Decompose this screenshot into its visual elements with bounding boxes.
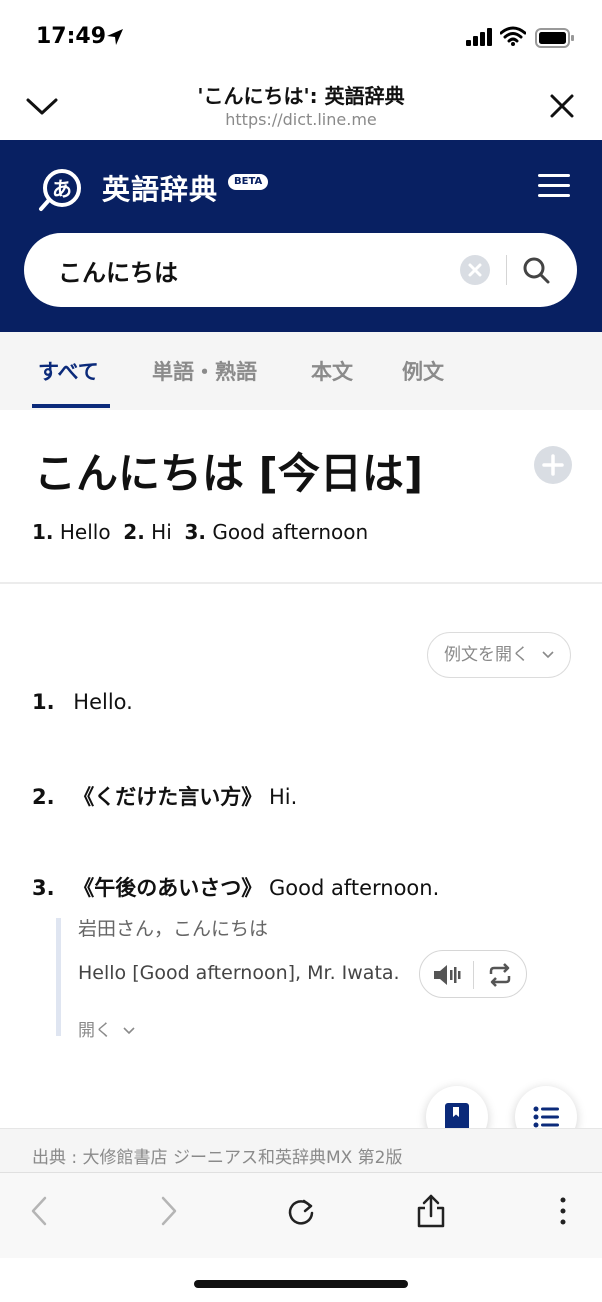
speaker-icon[interactable] — [432, 961, 464, 989]
source-footer: 出典 : 大修館書店 ジーニアス和英辞典MX 第2版 — [0, 1128, 602, 1172]
chevron-down-icon[interactable] — [24, 88, 60, 124]
section-divider — [0, 582, 602, 584]
summary-meaning: Hi — [151, 520, 172, 544]
summary-number: 2. — [123, 520, 145, 544]
source-text: 出典 : 大修館書店 ジーニアス和英辞典MX 第2版 — [32, 1148, 403, 1168]
app-title[interactable]: 英語辞典 — [102, 168, 218, 208]
wifi-icon — [500, 26, 526, 46]
page-url: https://dict.line.me — [225, 110, 377, 129]
active-tab-indicator — [32, 404, 110, 408]
status-bar: 17:49 — [0, 0, 602, 72]
tab-all[interactable]: すべて — [38, 356, 99, 386]
tab-words-phrases[interactable]: 単語・熟語 — [152, 356, 257, 386]
example-english: Hello [Good afternoon], Mr. Iwata. — [78, 962, 400, 984]
example-japanese: 岩田さん，こんにちは — [78, 918, 269, 940]
share-icon[interactable] — [414, 1193, 448, 1229]
sense-text: Hi. — [268, 785, 298, 809]
audio-divider — [473, 961, 474, 989]
dictionary-logo-icon[interactable]: あ — [36, 166, 84, 214]
summary-meaning: Hello — [59, 520, 111, 544]
browser-sheet-header: 'こんにちは': 英語辞典 https://dict.line.me — [0, 72, 602, 140]
example-open-label: 開く — [78, 1021, 112, 1041]
search-box — [24, 233, 577, 307]
sense-text: Good afternoon. — [268, 876, 440, 900]
home-indicator — [194, 1280, 408, 1288]
clear-circle-icon[interactable] — [460, 255, 490, 285]
sense-number: 2. — [32, 785, 55, 809]
svg-text:あ: あ — [52, 177, 72, 201]
browser-toolbar — [0, 1172, 602, 1258]
entry-headword: こんにちは [今日は] — [34, 449, 424, 498]
tab-examples[interactable]: 例文 — [402, 356, 444, 386]
tab-text[interactable]: 本文 — [311, 356, 353, 386]
sense-item: 2. 《くだけた言い方》 Hi. — [32, 781, 297, 811]
search-icon[interactable] — [521, 255, 551, 285]
reload-icon[interactable] — [284, 1193, 318, 1229]
sense-label: 《くだけた言い方》 — [73, 785, 263, 809]
example-quote-bar — [56, 918, 61, 1036]
summary-number: 3. — [184, 520, 207, 544]
back-icon[interactable] — [22, 1193, 56, 1229]
more-options-icon[interactable] — [546, 1193, 580, 1229]
location-arrow-icon — [107, 29, 123, 45]
summary-meaning: Good afternoon — [212, 520, 369, 544]
entry-summary: 1. Hello 2. Hi 3. Good afternoon — [32, 520, 368, 544]
tab-bar: すべて 単語・熟語 本文 例文 — [0, 332, 602, 410]
sense-item: 3. 《午後のあいさつ》 Good afternoon. — [32, 872, 439, 902]
sense-number: 1. — [32, 690, 55, 714]
example-open-button[interactable]: 開く — [78, 1016, 135, 1041]
cellular-signal-icon — [466, 28, 492, 46]
app-header: あ 英語辞典 BETA — [0, 140, 602, 332]
hamburger-menu-icon[interactable] — [536, 170, 572, 202]
forward-icon[interactable] — [152, 1193, 186, 1229]
open-examples-button[interactable]: 例文を開く — [427, 632, 571, 678]
add-circle-icon[interactable] — [534, 446, 572, 484]
page-title: 'こんにちは': 英語辞典 — [197, 84, 405, 108]
sense-number: 3. — [32, 876, 55, 900]
beta-badge: BETA — [228, 174, 269, 190]
close-icon[interactable] — [544, 88, 580, 124]
audio-controls — [419, 950, 527, 998]
search-divider — [506, 255, 507, 285]
chevron-down-icon — [123, 1027, 135, 1035]
search-input[interactable] — [58, 253, 438, 287]
open-examples-label: 例文を開く — [444, 645, 529, 665]
chevron-down-icon — [542, 651, 554, 659]
sense-text: Hello. — [73, 690, 133, 714]
status-time: 17:49 — [36, 24, 107, 49]
summary-number: 1. — [32, 520, 54, 544]
sense-item: 1. Hello. — [32, 690, 133, 714]
sense-label: 《午後のあいさつ》 — [73, 876, 263, 900]
repeat-icon[interactable] — [484, 961, 516, 989]
battery-icon — [535, 28, 574, 48]
